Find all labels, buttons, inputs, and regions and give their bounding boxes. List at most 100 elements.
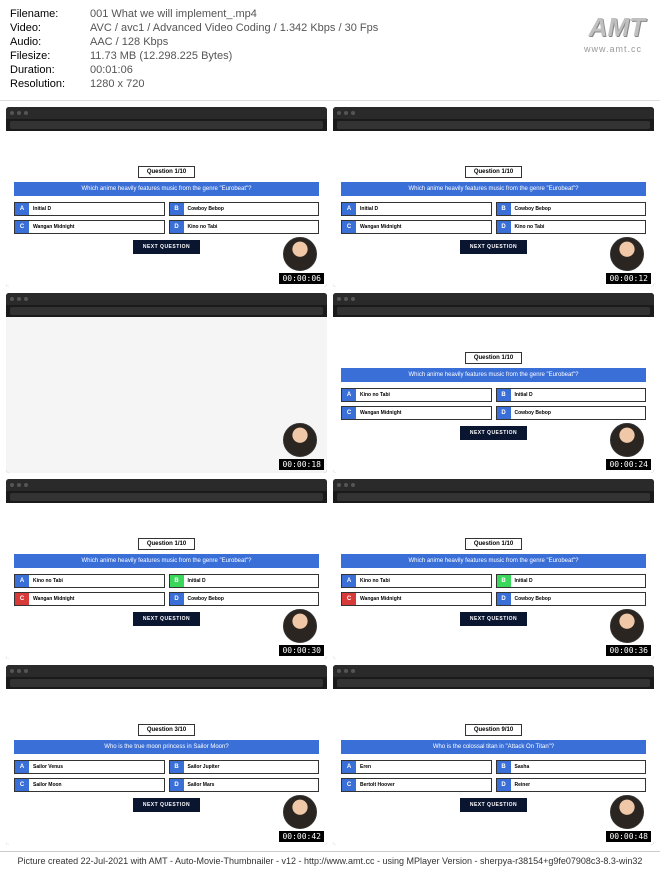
option-d[interactable]: DKino no Tabi — [169, 220, 320, 234]
thumbnail: Question 9/10 Who is the colossal titan … — [333, 665, 654, 845]
option-a[interactable]: ASailor Venus — [14, 760, 165, 774]
option-b[interactable]: BInitial D — [496, 574, 647, 588]
url-bar — [337, 307, 650, 315]
duration-label: Duration: — [10, 64, 90, 76]
thumbnail: Question 3/10 Who is the true moon princ… — [6, 665, 327, 845]
thumbnail: Question 1/10 Which anime heavily featur… — [333, 293, 654, 473]
options-grid: AEren BSasha CBertolt Hoover DReiner — [341, 760, 646, 792]
question-counter: Question 1/10 — [138, 538, 195, 550]
option-b[interactable]: BCowboy Bebop — [496, 202, 647, 216]
question-counter: Question 1/10 — [465, 352, 522, 364]
filename-value: 001 What we will implement_.mp4 — [90, 8, 257, 20]
url-bar — [10, 307, 323, 315]
option-a[interactable]: AKino no Tabi — [14, 574, 165, 588]
url-bar — [10, 121, 323, 129]
resolution-value: 1280 x 720 — [90, 78, 144, 90]
presenter-avatar — [610, 423, 644, 457]
browser-chrome — [6, 665, 327, 677]
question-counter: Question 3/10 — [138, 724, 195, 736]
option-c[interactable]: CWangan Midnight — [341, 592, 492, 606]
option-a[interactable]: AInitial D — [14, 202, 165, 216]
metadata-header: Filename:001 What we will implement_.mp4… — [0, 0, 660, 101]
filesize-value: 11.73 MB (12.298.225 Bytes) — [90, 50, 232, 62]
url-bar — [10, 679, 323, 687]
option-b[interactable]: BInitial D — [496, 388, 647, 402]
thumbnail: Question 1/10 Which anime heavily featur… — [6, 479, 327, 659]
option-c[interactable]: CSailor Moon — [14, 778, 165, 792]
timestamp: 00:00:06 — [279, 273, 324, 284]
url-bar — [337, 493, 650, 501]
option-a[interactable]: AKino no Tabi — [341, 388, 492, 402]
option-c[interactable]: CWangan Midnight — [341, 220, 492, 234]
option-b[interactable]: BSasha — [496, 760, 647, 774]
options-grid: AKino no Tabi BInitial D CWangan Midnigh… — [14, 574, 319, 606]
option-d[interactable]: DCowboy Bebop — [496, 406, 647, 420]
option-b[interactable]: BCowboy Bebop — [169, 202, 320, 216]
filesize-label: Filesize: — [10, 50, 90, 62]
option-c[interactable]: CWangan Midnight — [14, 592, 165, 606]
presenter-avatar — [283, 237, 317, 271]
option-c[interactable]: CWangan Midnight — [14, 220, 165, 234]
browser-chrome — [333, 107, 654, 119]
audio-value: AAC / 128 Kbps — [90, 36, 168, 48]
browser-chrome — [333, 293, 654, 305]
option-a[interactable]: AInitial D — [341, 202, 492, 216]
url-bar — [337, 121, 650, 129]
audio-label: Audio: — [10, 36, 90, 48]
option-b[interactable]: BInitial D — [169, 574, 320, 588]
question-text: Which anime heavily features music from … — [14, 554, 319, 568]
question-text: Which anime heavily features music from … — [341, 554, 646, 568]
question-counter: Question 1/10 — [465, 538, 522, 550]
option-d[interactable]: DReiner — [496, 778, 647, 792]
amt-url: www.amt.cc — [584, 44, 642, 54]
timestamp: 00:00:30 — [279, 645, 324, 656]
presenter-avatar — [610, 237, 644, 271]
thumbnail: Question 1/10 Which anime heavily featur… — [6, 107, 327, 287]
next-button[interactable]: NEXT QUESTION — [460, 612, 527, 626]
browser-chrome — [6, 479, 327, 491]
presenter-avatar — [610, 795, 644, 829]
option-d[interactable]: DCowboy Bebop — [169, 592, 320, 606]
question-counter: Question 9/10 — [465, 724, 522, 736]
presenter-avatar — [283, 609, 317, 643]
options-grid: AKino no Tabi BInitial D CWangan Midnigh… — [341, 388, 646, 420]
options-grid: AInitial D BCowboy Bebop CWangan Midnigh… — [341, 202, 646, 234]
browser-chrome — [6, 107, 327, 119]
presenter-avatar — [283, 423, 317, 457]
question-text: Which anime heavily features music from … — [341, 182, 646, 196]
url-bar — [10, 493, 323, 501]
question-text: Which anime heavily features music from … — [14, 182, 319, 196]
next-button[interactable]: NEXT QUESTION — [133, 612, 200, 626]
option-d[interactable]: DKino no Tabi — [496, 220, 647, 234]
next-button[interactable]: NEXT QUESTION — [460, 426, 527, 440]
option-a[interactable]: AEren — [341, 760, 492, 774]
resolution-label: Resolution: — [10, 78, 90, 90]
option-a[interactable]: AKino no Tabi — [341, 574, 492, 588]
timestamp: 00:00:12 — [606, 273, 651, 284]
footer-credit: Picture created 22-Jul-2021 with AMT - A… — [0, 851, 660, 870]
option-d[interactable]: DSailor Mars — [169, 778, 320, 792]
options-grid: AInitial D BCowboy Bebop CWangan Midnigh… — [14, 202, 319, 234]
video-value: AVC / avc1 / Advanced Video Coding / 1.3… — [90, 22, 378, 34]
option-b[interactable]: BSailor Jupiter — [169, 760, 320, 774]
filename-label: Filename: — [10, 8, 90, 20]
thumbnail-grid: Question 1/10 Which anime heavily featur… — [0, 101, 660, 851]
option-c[interactable]: CBertolt Hoover — [341, 778, 492, 792]
timestamp: 00:00:18 — [279, 459, 324, 470]
thumbnail: Question 1/10 Which anime heavily featur… — [333, 479, 654, 659]
next-button[interactable]: NEXT QUESTION — [133, 240, 200, 254]
browser-chrome — [6, 293, 327, 305]
presenter-avatar — [283, 795, 317, 829]
presenter-avatar — [610, 609, 644, 643]
question-counter: Question 1/10 — [138, 166, 195, 178]
option-c[interactable]: CWangan Midnight — [341, 406, 492, 420]
option-d[interactable]: DCowboy Bebop — [496, 592, 647, 606]
next-button[interactable]: NEXT QUESTION — [460, 798, 527, 812]
timestamp: 00:00:36 — [606, 645, 651, 656]
next-button[interactable]: NEXT QUESTION — [460, 240, 527, 254]
url-bar — [337, 679, 650, 687]
timestamp: 00:00:42 — [279, 831, 324, 842]
options-grid: ASailor Venus BSailor Jupiter CSailor Mo… — [14, 760, 319, 792]
next-button[interactable]: NEXT QUESTION — [133, 798, 200, 812]
browser-chrome — [333, 665, 654, 677]
